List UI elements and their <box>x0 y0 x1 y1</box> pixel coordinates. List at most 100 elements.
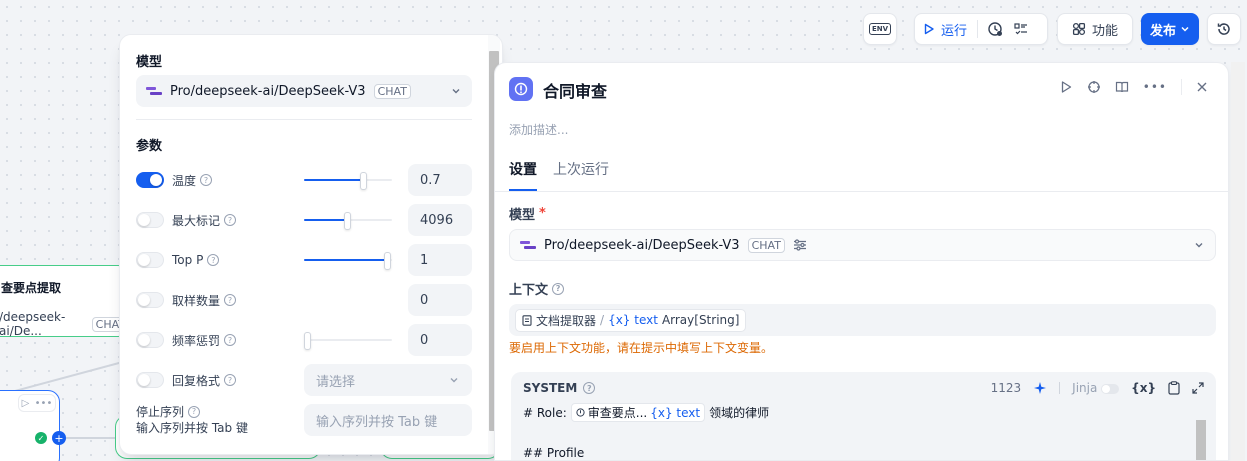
help-icon[interactable]: ? <box>207 254 220 266</box>
max-tokens-toggle[interactable] <box>136 212 164 228</box>
param-row-max-tokens: 最大标记? 4096 <box>136 204 472 236</box>
help-icon[interactable]: ? <box>224 214 237 226</box>
workflow-node-extract[interactable]: 查要点提取 /deepseek-ai/De... CHAT <box>0 265 130 338</box>
context-variable-pill[interactable]: 文档提取器 / {x} text Array[String] <box>515 308 747 332</box>
chevron-down-icon <box>1181 26 1189 32</box>
response-format-toggle[interactable] <box>136 372 164 388</box>
tabs-divider <box>495 191 1228 192</box>
run-button-group[interactable]: 运行 <box>914 13 1048 45</box>
settings-sliders-icon[interactable] <box>793 238 807 252</box>
version-history-button[interactable] <box>1207 13 1241 45</box>
frequency-penalty-slider[interactable] <box>304 330 392 350</box>
param-label: 最大标记? <box>172 212 304 229</box>
chevron-down-icon <box>450 378 458 383</box>
n-toggle[interactable] <box>136 292 164 308</box>
panel-scrollbar[interactable] <box>1231 62 1245 461</box>
param-row-stop: 停止序列? 输入序列并按 Tab 键 输入序列并按 Tab 键 <box>136 404 472 436</box>
model-name: Pro/deepseek-ai/DeepSeek-V3 <box>544 237 740 253</box>
help-icon[interactable]: ? <box>224 334 237 346</box>
features-label: 功能 <box>1091 23 1118 39</box>
model-name: Pro/deepseek-ai/DeepSeek-V3 <box>170 83 366 99</box>
node-mini-toolbar[interactable]: ▷ ••• <box>18 394 56 412</box>
node-title: 查要点提取 <box>1 281 62 295</box>
jinja-toggle[interactable]: Jinja <box>1072 381 1120 395</box>
param-label: 取样数量? <box>172 292 304 309</box>
system-prompt-editor[interactable]: SYSTEM? 1123 Jinja {x} # Role: 审查要点... {… <box>511 372 1216 460</box>
top-p-toggle[interactable] <box>136 252 164 268</box>
run-step-icon[interactable] <box>1059 80 1073 94</box>
description-input[interactable]: 添加描述... <box>509 121 568 138</box>
publish-label: 发布 <box>1149 23 1176 39</box>
model-selector[interactable]: Pro/deepseek-ai/DeepSeek-V3 CHAT <box>509 229 1216 261</box>
help-icon[interactable]: ? <box>224 374 237 386</box>
help-icon[interactable]: ? <box>224 294 237 306</box>
mini-play-icon[interactable]: ▷ <box>22 398 30 409</box>
context-var-type: Array[String] <box>661 313 740 327</box>
path-separator: / <box>600 313 605 327</box>
docs-icon[interactable] <box>1115 80 1129 94</box>
model-field-label: 模型 * <box>509 206 546 223</box>
param-row-top-p: Top P? 1 <box>136 244 472 276</box>
expand-icon[interactable] <box>1192 382 1204 394</box>
top-p-input[interactable]: 1 <box>408 244 472 276</box>
select-placeholder: 请选择 <box>316 374 356 390</box>
context-variable-box[interactable]: 文档提取器 / {x} text Array[String] <box>509 304 1216 336</box>
help-icon[interactable]: ? <box>583 382 596 394</box>
frequency-penalty-toggle[interactable] <box>136 332 164 348</box>
help-icon[interactable]: ? <box>552 282 565 295</box>
param-row-response-format: 回复格式? 请选择 <box>136 364 472 396</box>
max-tokens-slider[interactable] <box>304 210 392 230</box>
temperature-slider[interactable] <box>304 170 392 190</box>
history-run-icon[interactable] <box>987 21 1003 37</box>
top-p-slider[interactable] <box>304 250 392 270</box>
tab-last-run[interactable]: 上次运行 <box>553 159 609 191</box>
node-settings-panel: 合同审查 ••• 添加描述... 设置 上次运行 模型 * Pro/deepsee… <box>494 62 1229 461</box>
sparkle-icon[interactable] <box>1033 381 1047 395</box>
token-count: 1123 <box>990 381 1022 395</box>
frequency-penalty-input[interactable]: 0 <box>408 324 472 356</box>
editor-scrollbar[interactable] <box>1196 420 1206 460</box>
param-row-n: 取样数量? 0 <box>136 284 472 316</box>
stop-label: 停止序列 <box>136 405 185 419</box>
param-label: 温度? <box>172 172 304 189</box>
n-input[interactable]: 0 <box>408 284 472 316</box>
stop-sequence-input[interactable]: 输入序列并按 Tab 键 <box>304 404 472 436</box>
env-button[interactable]: ENV <box>863 13 897 45</box>
max-tokens-input[interactable]: 4096 <box>408 204 472 236</box>
temperature-input[interactable]: 0.7 <box>408 164 472 196</box>
params-section-title: 参数 <box>136 139 163 154</box>
divider <box>136 119 472 120</box>
insert-variable-icon[interactable]: {x} <box>1131 381 1156 395</box>
model-mode-chip: CHAT <box>747 237 785 253</box>
publish-button[interactable]: 发布 <box>1141 13 1199 45</box>
locate-icon[interactable] <box>1087 80 1101 94</box>
tab-settings[interactable]: 设置 <box>509 159 537 191</box>
run-label: 运行 <box>941 23 968 39</box>
response-format-select[interactable]: 请选择 <box>304 364 472 396</box>
context-var-name: {x} text <box>608 313 658 327</box>
context-field-label: 上下文? <box>509 279 565 298</box>
param-label: 回复格式? <box>172 372 304 389</box>
temperature-toggle[interactable] <box>136 172 164 188</box>
clipboard-icon[interactable] <box>1168 381 1180 395</box>
node-model: /deepseek-ai/De... CHAT <box>0 310 129 338</box>
context-node-name: 文档提取器 <box>536 313 597 328</box>
param-row-frequency-penalty: 频率惩罚? 0 <box>136 324 472 356</box>
add-node-icon[interactable]: + <box>52 431 66 445</box>
features-button[interactable]: 功能 <box>1057 13 1133 45</box>
model-section-title: 模型 <box>136 55 163 70</box>
checklist-icon[interactable] <box>1013 21 1029 37</box>
more-icon[interactable]: ••• <box>35 398 53 409</box>
more-icon[interactable]: ••• <box>1143 80 1167 94</box>
help-icon[interactable]: ? <box>200 174 213 186</box>
features-icon <box>1072 22 1086 36</box>
help-icon[interactable]: ? <box>188 406 201 418</box>
chevron-down-icon <box>1195 243 1203 248</box>
llm-node-icon <box>509 77 533 101</box>
close-icon[interactable] <box>1196 81 1208 93</box>
divider <box>1181 79 1182 95</box>
model-select[interactable]: Pro/deepseek-ai/DeepSeek-V3 CHAT <box>136 75 472 107</box>
prompt-variable-pill[interactable]: 审查要点... {x} text <box>570 403 706 422</box>
run-button[interactable]: 运行 <box>923 20 979 39</box>
llm-node-icon <box>576 408 585 417</box>
